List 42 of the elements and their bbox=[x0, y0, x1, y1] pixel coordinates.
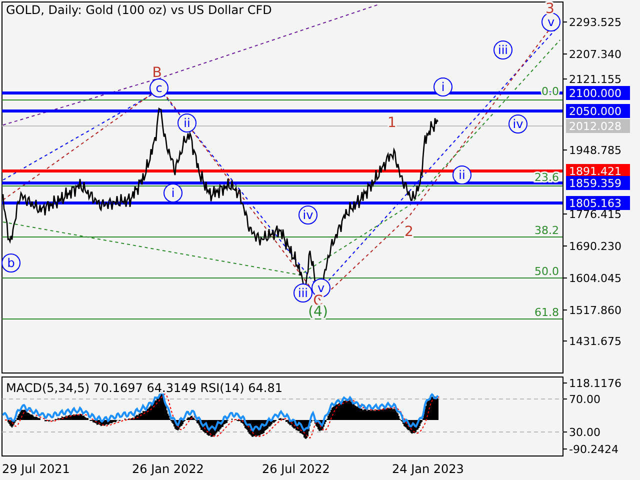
wave-label: b bbox=[2, 254, 20, 272]
indicator-title: MACD(5,34,5) 70.1697 64.3149 RSI(14) 64.81 bbox=[6, 381, 282, 395]
chart-title: GOLD, Daily: Gold (100 oz) vs US Dollar CFD bbox=[6, 3, 272, 17]
price-axis-label: 2293.525 bbox=[569, 16, 622, 29]
fibonacci-level-label: 61.8 bbox=[534, 306, 559, 319]
time-axis-label: 26 Jan 2022 bbox=[131, 461, 205, 478]
fibonacci-level-label: 50.0 bbox=[534, 265, 559, 278]
wave-label: iv bbox=[298, 206, 318, 224]
price-level-tag: 2050.000 bbox=[566, 104, 630, 118]
price-axis-label: 1948.785 bbox=[569, 144, 622, 157]
time-axis-label: 26 Jul 2022 bbox=[261, 461, 331, 478]
fibonacci-level-label: 38.2 bbox=[534, 224, 559, 237]
price-axis-label: 1776.415 bbox=[569, 208, 622, 221]
price-axis-label: 2207.340 bbox=[569, 48, 622, 61]
indicator-axis-label: 118.1176 bbox=[569, 377, 622, 390]
indicator-axis-label: 30.00 bbox=[569, 426, 600, 439]
wave-label: v bbox=[542, 12, 560, 32]
wave-label: ii bbox=[452, 166, 472, 184]
wave-label: i bbox=[434, 78, 452, 96]
price-axis-label: 1431.675 bbox=[569, 335, 622, 348]
price-axis-label: 1690.230 bbox=[569, 240, 622, 253]
wave-label: ii bbox=[178, 114, 196, 132]
price-level-tag: 2100.000 bbox=[566, 86, 630, 100]
indicator-axis-label: -90.2424 bbox=[569, 443, 618, 456]
wave-label: B bbox=[152, 65, 162, 81]
price-axis-label: 1604.045 bbox=[569, 272, 622, 285]
price-axis-label: 1517.860 bbox=[569, 304, 622, 317]
wave-label: i bbox=[164, 184, 182, 202]
wave-label: c bbox=[150, 78, 168, 98]
wave-label: 2 bbox=[404, 224, 414, 240]
wave-label: iii bbox=[294, 284, 312, 302]
wave-label: iv bbox=[508, 114, 528, 134]
price-level-tag: 1859.359 bbox=[566, 176, 630, 190]
time-axis-label: 29 Jul 2021 bbox=[1, 461, 71, 478]
indicator-axis-label: 70.00 bbox=[569, 393, 600, 406]
fibonacci-level-label: 23.6 bbox=[534, 171, 559, 184]
price-axis-label: 2121.155 bbox=[569, 73, 622, 86]
price-level-tag: 1805.163 bbox=[566, 196, 630, 210]
price-level-tag: 2012.028 bbox=[566, 119, 630, 133]
wave-label: 1 bbox=[388, 115, 396, 131]
time-axis-label: 24 Jan 2023 bbox=[391, 461, 465, 478]
wave-label: iii bbox=[494, 40, 512, 60]
